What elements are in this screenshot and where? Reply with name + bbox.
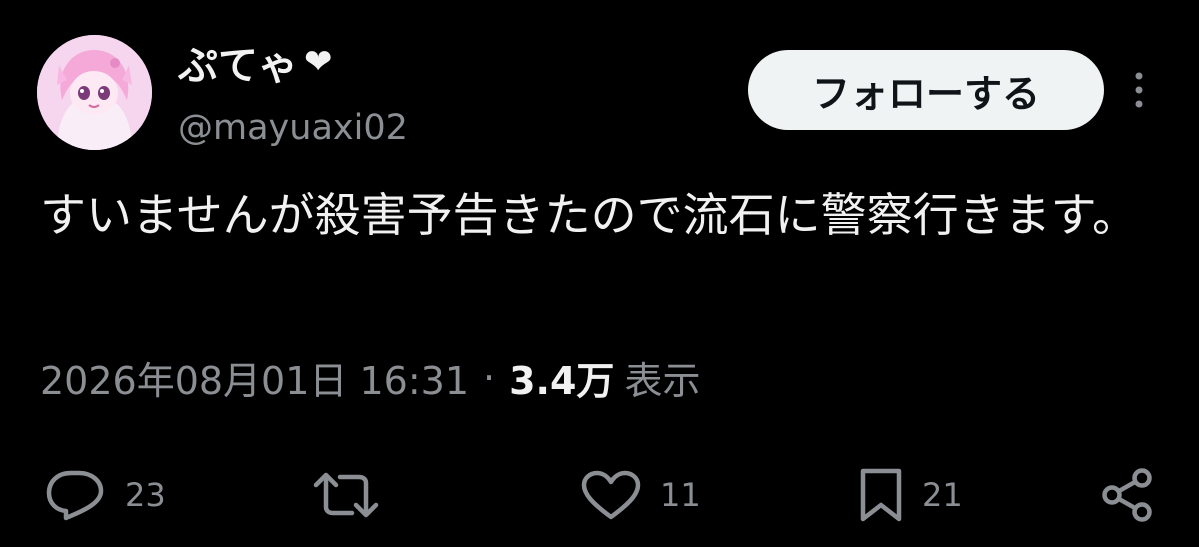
bookmark-count: 21 [922, 476, 963, 514]
like-count: 11 [660, 476, 701, 514]
more-options-button[interactable] [1126, 70, 1152, 110]
anime-girl-avatar-icon [37, 35, 152, 150]
tweet-timestamp[interactable]: 2026年08月01日 16:31 [40, 350, 469, 405]
bookmark-icon [860, 468, 902, 522]
views-count: 3.4万 [509, 359, 615, 403]
tweet-text: すいませんが殺害予告きたので流石に警察行きます。 [40, 188, 1139, 242]
heart-icon [581, 470, 641, 520]
meta-separator: · [483, 355, 496, 400]
author-avatar[interactable] [37, 35, 152, 150]
like-button[interactable]: 11 [580, 465, 701, 525]
views-label: 表示 [624, 359, 701, 403]
reply-count: 23 [125, 476, 166, 514]
share-button[interactable] [1100, 465, 1156, 525]
display-name-text: ぷてゃ [178, 43, 298, 89]
retweet-button[interactable] [312, 465, 398, 525]
tweet-meta: 2026年08月01日 16:31 · 3.4万 表示 [40, 350, 700, 405]
reply-button[interactable]: 23 [45, 465, 166, 525]
follow-button[interactable]: フォローする [748, 50, 1104, 130]
author-handle[interactable]: @mayuaxi02 [178, 108, 408, 148]
more-vertical-icon [1135, 72, 1143, 108]
bookmark-button[interactable]: 21 [858, 465, 963, 525]
heart-emoji-icon: ❤ [304, 42, 333, 82]
reply-icon [46, 470, 104, 521]
retweet-icon [313, 472, 379, 518]
share-icon [1102, 468, 1152, 522]
author-display-name[interactable]: ぷてゃ ❤ [178, 33, 333, 91]
